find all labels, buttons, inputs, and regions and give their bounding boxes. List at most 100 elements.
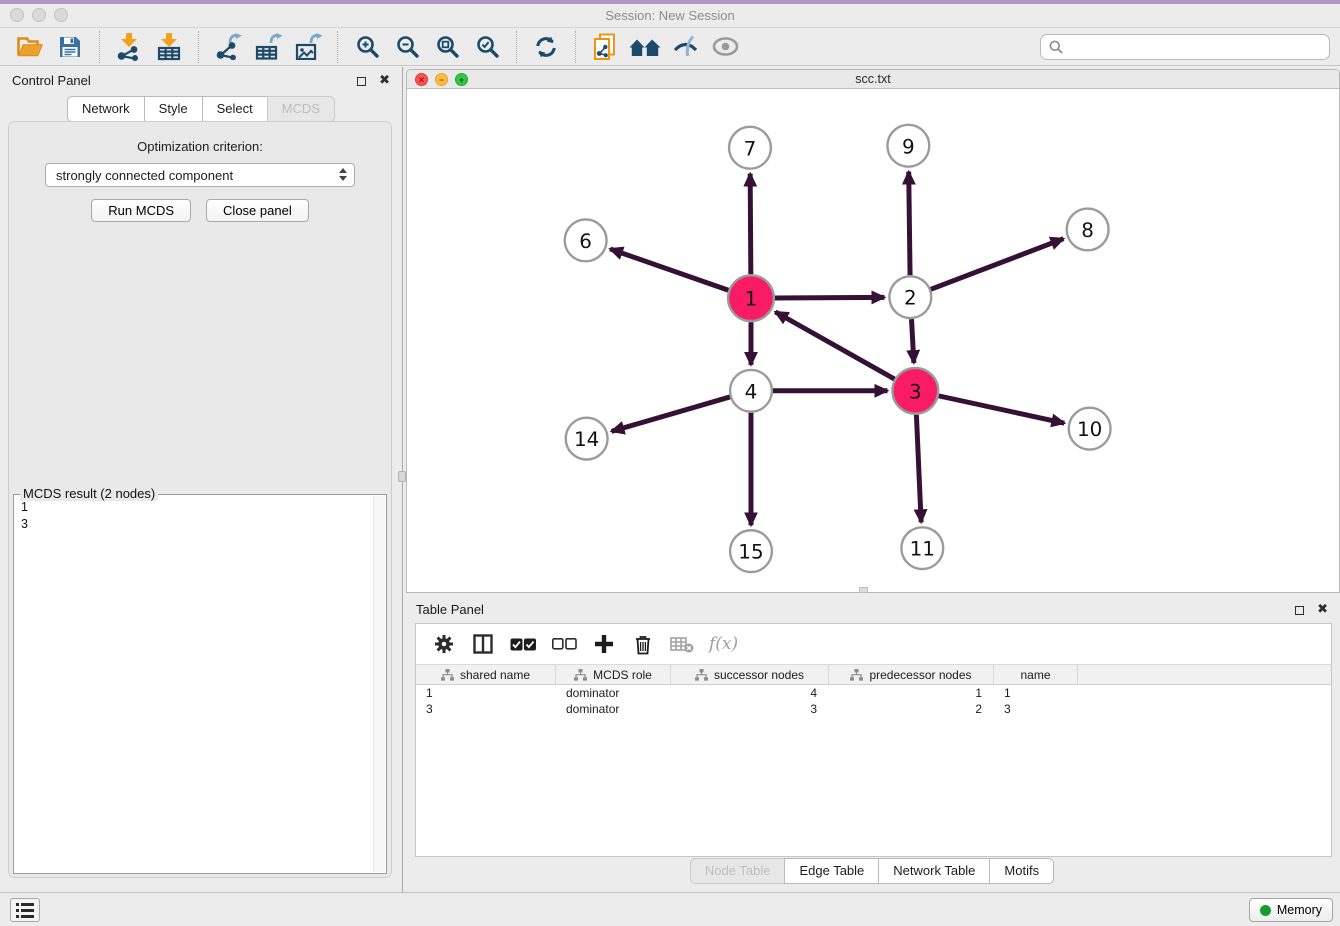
column-header-name[interactable]: name [994, 665, 1078, 684]
function-builder-button[interactable]: f(x) [709, 634, 738, 654]
delete-column-button[interactable] [631, 634, 655, 655]
graph-node-6[interactable]: 6 [565, 219, 607, 261]
table-row[interactable]: 3 dominator 3 2 3 [416, 701, 1331, 717]
column-header-predecessor-nodes[interactable]: predecessor nodes [829, 665, 994, 684]
search-input[interactable] [1069, 39, 1321, 54]
zoom-in-button[interactable] [347, 31, 387, 63]
memory-button[interactable]: Memory [1249, 898, 1333, 922]
delete-table-button[interactable] [670, 635, 694, 653]
network-resize-grip[interactable] [859, 587, 868, 593]
graph-edge-3-1[interactable] [775, 312, 894, 379]
import-table-button[interactable] [149, 31, 189, 63]
add-column-button[interactable] [592, 634, 616, 654]
import-network-icon [116, 33, 142, 61]
graph-node-1[interactable]: 1 [728, 275, 774, 321]
gear-icon [434, 634, 454, 654]
table-settings-button[interactable] [432, 634, 456, 654]
mcds-result-text[interactable]: 1 3 [14, 495, 386, 537]
save-floppy-icon [59, 36, 81, 58]
tab-network-table[interactable]: Network Table [878, 858, 990, 884]
graph-edge-1-6[interactable] [610, 249, 728, 290]
hierarchy-icon [441, 669, 454, 681]
graph-node-8[interactable]: 8 [1067, 209, 1109, 251]
graph-edge-1-7[interactable] [750, 174, 751, 275]
search-field[interactable] [1040, 34, 1330, 60]
task-history-button[interactable] [10, 898, 40, 922]
optimization-criterion-select[interactable]: strongly connected component [45, 163, 355, 187]
column-header-mcds-role[interactable]: MCDS role [556, 665, 671, 684]
graph-edge-2-8[interactable] [931, 239, 1064, 290]
refresh-view-button[interactable] [526, 31, 566, 63]
open-session-button[interactable] [10, 31, 50, 63]
clone-network-icon [593, 33, 618, 61]
memory-label: Memory [1277, 903, 1322, 917]
deselect-all-button[interactable] [552, 638, 577, 650]
tab-node-table[interactable]: Node Table [690, 858, 786, 884]
graph-node-9[interactable]: 9 [887, 125, 929, 167]
close-table-panel-icon[interactable]: ✖ [1317, 601, 1328, 617]
import-network-button[interactable] [109, 31, 149, 63]
zoom-out-button[interactable] [387, 31, 427, 63]
graph-node-15[interactable]: 15 [730, 530, 772, 572]
graph-edge-1-2[interactable] [775, 297, 885, 298]
zoom-fit-button[interactable] [427, 31, 467, 63]
graph-edge-2-9[interactable] [909, 172, 910, 276]
column-label: shared name [460, 668, 530, 682]
graph-edge-3-10[interactable] [939, 396, 1065, 423]
graph-edge-3-11[interactable] [916, 415, 921, 523]
column-header-shared-name[interactable]: shared name [416, 665, 556, 684]
graph-edge-4-14[interactable] [612, 397, 730, 431]
hierarchy-icon [695, 669, 708, 681]
tab-motifs[interactable]: Motifs [989, 858, 1054, 884]
svg-text:4: 4 [745, 380, 758, 403]
export-image-button[interactable] [288, 31, 328, 63]
fx-label: f(x) [709, 634, 738, 654]
column-header-successor-nodes[interactable]: successor nodes [671, 665, 829, 684]
graph-node-11[interactable]: 11 [901, 527, 943, 569]
clone-network-button[interactable] [585, 31, 625, 63]
graph-node-10[interactable]: 10 [1069, 408, 1111, 450]
cell-mcds-role: dominator [556, 702, 671, 716]
network-canvas[interactable]: 1 2 3 4 6 7 8 9 10 11 14 15 [407, 90, 1339, 592]
close-panel-button[interactable]: Close panel [206, 199, 309, 222]
float-panel-icon[interactable] [357, 77, 366, 86]
show-hidden-button[interactable] [705, 31, 745, 63]
home-layout-button[interactable] [625, 31, 665, 63]
graph-node-4[interactable]: 4 [730, 370, 772, 412]
network-graph[interactable]: 1 2 3 4 6 7 8 9 10 11 14 15 [407, 90, 1339, 592]
zoom-selected-button[interactable] [467, 31, 507, 63]
save-session-button[interactable] [50, 31, 90, 63]
select-all-button[interactable] [510, 638, 537, 651]
column-label: name [1020, 668, 1050, 682]
table-panel: Table Panel ✖ [404, 596, 1340, 892]
cell-name: 3 [994, 702, 1078, 716]
export-table-icon [255, 33, 282, 60]
cell-successor-nodes: 4 [671, 686, 829, 700]
result-scrollbar[interactable] [373, 496, 385, 872]
hide-selected-button[interactable] [665, 31, 705, 63]
export-table-button[interactable] [248, 31, 288, 63]
tab-edge-table[interactable]: Edge Table [784, 858, 879, 884]
svg-text:3: 3 [909, 380, 922, 403]
float-table-panel-icon[interactable] [1295, 606, 1304, 615]
tab-style[interactable]: Style [144, 96, 203, 122]
svg-text:8: 8 [1081, 219, 1094, 242]
graph-node-14[interactable]: 14 [566, 418, 608, 460]
toolbar-separator [337, 31, 338, 63]
show-columns-button[interactable] [471, 634, 495, 654]
table-row[interactable]: 1 dominator 4 1 1 [416, 685, 1331, 701]
tab-mcds[interactable]: MCDS [267, 96, 335, 122]
run-mcds-button[interactable]: Run MCDS [91, 199, 191, 222]
close-panel-icon[interactable]: ✖ [379, 72, 390, 88]
export-network-button[interactable] [208, 31, 248, 63]
graph-node-2[interactable]: 2 [889, 276, 931, 318]
toolbar-separator [99, 31, 100, 63]
table-tabs: Node Table Edge Table Network Table Moti… [404, 858, 1340, 884]
graph-node-3[interactable]: 3 [892, 368, 938, 414]
tab-select[interactable]: Select [202, 96, 268, 122]
eye-slash-icon [672, 34, 699, 59]
tab-network[interactable]: Network [67, 96, 145, 122]
graph-edge-2-3[interactable] [912, 319, 914, 363]
graph-node-7[interactable]: 7 [729, 127, 771, 169]
cell-mcds-role: dominator [556, 686, 671, 700]
